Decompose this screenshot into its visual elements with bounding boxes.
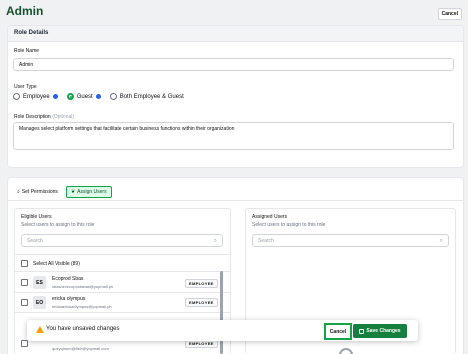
toast-cancel-button[interactable]: Cancel xyxy=(324,323,352,340)
radio-employee-label: Employee xyxy=(23,93,50,100)
page-header: Admin Cancel xyxy=(0,0,468,24)
select-all-label: Select All Visible (89) xyxy=(33,261,80,267)
radio-option-employee[interactable]: Employee xyxy=(13,93,67,100)
warning-icon xyxy=(36,326,44,333)
assigned-search-input[interactable]: Search ⌕ xyxy=(252,234,449,247)
scrollbar[interactable] xyxy=(220,271,223,354)
user-checkbox[interactable] xyxy=(21,279,28,286)
users-icon: ❦ xyxy=(70,189,76,195)
optional-hint: (Optional) xyxy=(52,114,75,120)
radio-guest-label: Guest xyxy=(76,93,93,100)
eligible-users-subtitle: Select users to assign to this role xyxy=(21,222,95,228)
radio-employee[interactable] xyxy=(13,93,20,100)
user-type-radio-group: Employee Guest Both Employee & Guest xyxy=(13,93,184,100)
role-name-input[interactable]: Admin xyxy=(13,58,454,71)
radio-option-both[interactable]: Both Employee & Guest xyxy=(109,93,184,100)
divider xyxy=(15,271,230,272)
user-name: Ecoprod Sbas xyxy=(52,276,84,282)
avatar: ES xyxy=(33,276,46,289)
tab-set-permissions[interactable]: ⌕ Set Permissions xyxy=(13,186,62,198)
radio-both[interactable] xyxy=(109,93,117,100)
user-checkbox[interactable] xyxy=(21,340,28,347)
tab-assign-users[interactable]: ❦ Assign Users xyxy=(65,186,112,198)
info-icon[interactable] xyxy=(52,94,58,99)
divider xyxy=(15,312,230,313)
divider xyxy=(15,254,230,255)
page-title: Admin xyxy=(6,4,44,18)
role-description-textarea[interactable]: Manages select platform settings that fa… xyxy=(13,122,454,150)
user-email: sbasnevecoprodsbas@yopmail.ph xyxy=(52,284,114,289)
assigned-users-subtitle: Select users to assign to this role xyxy=(252,222,326,228)
user-email: erickaerickaolympus@yopmail.ph xyxy=(52,304,112,309)
tab-set-permissions-label: Set Permissions xyxy=(21,189,58,195)
key-icon: ⌕ xyxy=(17,189,20,195)
user-checkbox[interactable] xyxy=(21,299,28,306)
eligible-search-input[interactable]: Search ⌕ xyxy=(21,234,223,247)
description-label: Role Description (Optional) xyxy=(14,114,74,120)
radio-option-guest[interactable]: Guest xyxy=(66,93,110,100)
radio-both-label: Both Employee & Guest xyxy=(119,93,184,100)
role-details-heading: Role Details xyxy=(8,26,463,42)
role-name-label: Role Name xyxy=(14,48,40,54)
tab-divider xyxy=(7,200,464,201)
eligible-search-placeholder: Search xyxy=(27,238,43,244)
info-icon[interactable] xyxy=(95,94,101,99)
search-icon: ⌕ xyxy=(439,238,443,244)
eligible-users-title: Eligible Users xyxy=(21,214,52,220)
avatar: EO xyxy=(33,296,46,309)
description-label-text: Role Description xyxy=(14,114,51,120)
user-email: queyqinum@9eh@yopmail.com xyxy=(52,346,109,351)
unsaved-changes-toast: You have unsaved changes Cancel Save Cha… xyxy=(27,320,418,341)
select-all-checkbox[interactable] xyxy=(21,260,28,267)
cancel-button[interactable]: Cancel xyxy=(437,8,462,20)
search-icon: ⌕ xyxy=(213,238,217,244)
employee-badge: EMPLOYEE xyxy=(185,279,218,288)
save-changes-label: Save Changes xyxy=(366,328,401,334)
employee-badge: EMPLOYEE xyxy=(185,298,218,307)
save-icon xyxy=(359,328,365,334)
unsaved-changes-message: You have unsaved changes xyxy=(46,326,120,332)
tab-assign-users-label: Assign Users xyxy=(77,189,107,195)
assigned-search-placeholder: Search xyxy=(258,238,274,244)
user-type-label: User Type xyxy=(14,84,37,90)
radio-guest[interactable] xyxy=(66,93,74,100)
assigned-users-title: Assigned Users xyxy=(252,214,288,220)
user-name: ericka olympus xyxy=(52,296,86,302)
divider xyxy=(15,292,230,293)
tab-bar: ⌕ Set Permissions ❦ Assign Users xyxy=(13,186,112,198)
save-changes-button[interactable]: Save Changes xyxy=(353,324,407,338)
